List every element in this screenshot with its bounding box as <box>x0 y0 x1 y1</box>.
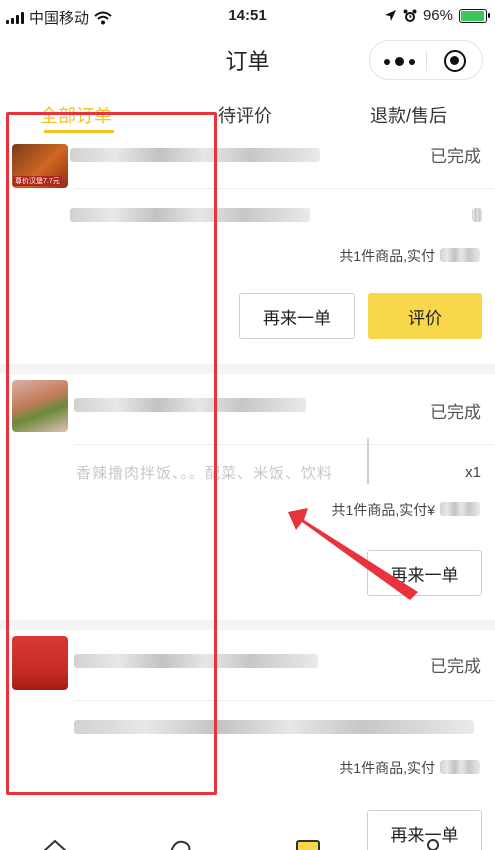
store-name-blurred <box>70 148 320 162</box>
mini-program-capsule <box>369 40 483 80</box>
order-status: 已完成 <box>430 147 481 166</box>
location-arrow-icon <box>384 10 396 21</box>
home-icon[interactable] <box>40 838 70 850</box>
store-name-blurred <box>74 654 318 668</box>
order-thumbnail <box>12 636 68 690</box>
alarm-icon <box>403 9 417 22</box>
card-separator <box>0 620 495 630</box>
discover-icon[interactable] <box>165 838 195 850</box>
order-status: 已完成 <box>430 403 481 422</box>
status-right: 96% <box>384 7 490 24</box>
order-card[interactable]: 尊价汉堡7.7元 已完成 共1件商品,实付 再来一单 评价 <box>0 132 495 364</box>
item-text: 香辣撸肉拌饭、。。配菜、米饭、饮料 <box>76 465 334 482</box>
review-button[interactable]: 评价 <box>368 293 482 339</box>
item-text-blurred <box>74 720 474 734</box>
battery-percent: 96% <box>422 7 453 24</box>
thumbnail-caption: 尊价汉堡7.7元 <box>13 176 62 186</box>
order-tabs: 全部订单 待评价 退款/售后 <box>0 96 495 133</box>
more-options-icon[interactable] <box>384 57 415 66</box>
card-separator <box>0 364 495 374</box>
tab-refund-aftersales[interactable]: 退款/售后 <box>370 102 447 128</box>
item-text-blurred <box>70 208 310 222</box>
order-card[interactable]: 已完成 香辣撸肉拌饭、。。配菜、米饭、饮料 x1 共1件商品,实付¥ 再来一单 <box>0 374 495 620</box>
status-bar: 中国移动 14:51 96% <box>0 0 495 32</box>
tab-to-review[interactable]: 待评价 <box>218 102 272 128</box>
order-summary: 共1件商品,实付 <box>339 760 435 776</box>
spacer <box>367 438 369 484</box>
quantity-blurred <box>472 208 482 222</box>
order-thumbnail <box>12 380 68 432</box>
price-blurred <box>440 248 480 262</box>
orders-icon[interactable] <box>296 840 320 850</box>
profile-icon[interactable] <box>418 838 448 850</box>
store-name-blurred <box>74 398 306 412</box>
price-blurred <box>440 502 480 516</box>
divider-line <box>74 188 495 189</box>
reorder-button[interactable]: 再来一单 <box>239 293 355 339</box>
bottom-nav <box>0 836 495 850</box>
order-summary: 共1件商品,实付 <box>339 248 435 264</box>
order-thumbnail: 尊价汉堡7.7元 <box>12 144 68 188</box>
item-quantity: x1 <box>465 464 481 481</box>
close-program-icon[interactable] <box>444 50 466 72</box>
reorder-button[interactable]: 再来一单 <box>367 550 482 596</box>
price-blurred <box>440 760 480 774</box>
capsule-divider <box>426 51 427 71</box>
tab-all-orders[interactable]: 全部订单 <box>40 102 112 128</box>
battery-icon <box>459 8 490 23</box>
order-summary: 共1件商品,实付¥ <box>331 502 435 518</box>
title-bar: 订单 <box>0 32 495 88</box>
divider-line <box>74 700 495 701</box>
order-status: 已完成 <box>430 657 481 676</box>
order-card[interactable]: 已完成 共1件商品,实付 再来一单 <box>0 630 495 850</box>
divider-line <box>74 444 495 445</box>
